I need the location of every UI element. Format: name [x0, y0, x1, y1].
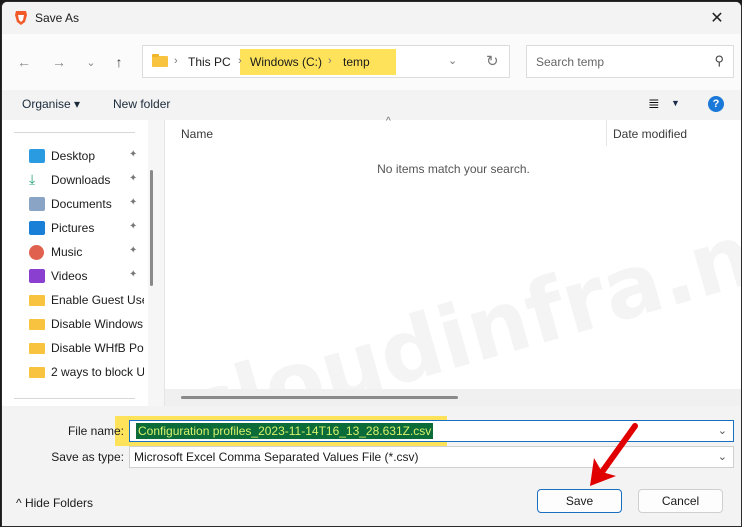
up-button[interactable]: ↑: [109, 52, 129, 72]
forward-button[interactable]: →: [49, 52, 69, 72]
chevron-down-icon[interactable]: ⌄: [718, 450, 727, 463]
back-button[interactable]: ←: [14, 52, 34, 72]
sidebar-item-desktop[interactable]: Desktop ✦: [2, 144, 144, 168]
column-header-name[interactable]: Name: [181, 127, 213, 141]
breadcrumb-temp[interactable]: temp: [343, 55, 370, 69]
sidebar-item-disable-windows[interactable]: Disable Windows: [2, 312, 144, 336]
sidebar-item-label: 2 ways to block U: [51, 365, 144, 379]
file-name-field[interactable]: Configuration profiles_2023-11-14T16_13_…: [129, 420, 734, 442]
breadcrumb-separator: ›: [174, 55, 178, 67]
search-icon[interactable]: ⚲: [714, 53, 724, 69]
cancel-button[interactable]: Cancel: [638, 489, 723, 513]
folder-icon: [152, 54, 168, 67]
empty-message: No items match your search.: [377, 162, 530, 176]
arrow-left-icon: ←: [17, 54, 31, 70]
sidebar-item-downloads[interactable]: ⤓ Downloads ✦: [2, 168, 144, 192]
view-dropdown-icon[interactable]: ▼: [671, 98, 680, 108]
folder-icon: [29, 295, 45, 306]
address-dropdown-icon[interactable]: ⌄: [448, 54, 457, 67]
search-placeholder: Search temp: [536, 55, 605, 69]
sidebar-item-enable-guest-user[interactable]: Enable Guest User: [2, 288, 144, 312]
help-icon[interactable]: ?: [708, 96, 724, 112]
music-icon: [29, 245, 44, 260]
sidebar-scrollbar[interactable]: [150, 170, 153, 286]
search-input[interactable]: Search temp ⚲: [526, 45, 734, 78]
videos-icon: [29, 269, 45, 283]
close-icon: ✕: [710, 10, 724, 27]
view-options-icon[interactable]: ≣: [648, 95, 660, 112]
new-folder-button[interactable]: New folder: [113, 97, 170, 111]
save-as-type-label: Save as type:: [51, 450, 124, 464]
pin-icon: ✦: [129, 149, 138, 160]
column-divider[interactable]: [606, 120, 607, 146]
pin-icon: ✦: [129, 221, 138, 232]
desktop-icon: [29, 149, 45, 163]
sidebar-divider: [14, 132, 135, 133]
pictures-icon: [29, 221, 45, 235]
horizontal-scroll-thumb[interactable]: [181, 396, 458, 399]
sidebar-item-label: Enable Guest User: [51, 293, 144, 307]
download-icon: ⤓: [29, 171, 36, 187]
command-bar: Organise ▾ New folder ≣ ▼ ?: [2, 90, 741, 120]
sidebar-item-2-ways-to-block-u[interactable]: 2 ways to block U: [2, 360, 144, 384]
recent-locations-button[interactable]: ⌄: [81, 52, 101, 72]
close-button[interactable]: ✕: [697, 2, 737, 34]
save-form: File name: Configuration profiles_2023-1…: [2, 406, 741, 526]
chevron-down-icon[interactable]: ⌄: [718, 424, 727, 437]
breadcrumb-this-pc[interactable]: This PC: [188, 55, 231, 69]
file-name-label: File name:: [67, 424, 124, 438]
save-as-type-select[interactable]: Microsoft Excel Comma Separated Values F…: [129, 446, 734, 468]
hide-folders-button[interactable]: ^ Hide Folders: [16, 496, 93, 510]
title-bar: Save As ✕: [2, 2, 741, 34]
pin-icon: ✦: [129, 269, 138, 280]
arrow-up-icon: ↑: [115, 54, 123, 70]
sort-ascending-icon: ^: [386, 116, 391, 127]
save-as-dialog: Save As ✕ ← → ⌄ ↑ › This PC › Windows (C…: [1, 1, 742, 527]
file-name-value[interactable]: Configuration profiles_2023-11-14T16_13_…: [136, 423, 434, 439]
address-bar[interactable]: › This PC › Windows (C:) › temp ⌄ ↻: [142, 45, 510, 78]
sidebar-item-videos[interactable]: Videos ✦: [2, 264, 144, 288]
breadcrumb-separator: ›: [238, 55, 242, 67]
breadcrumb-windows-c[interactable]: Windows (C:): [250, 55, 322, 69]
documents-icon: [29, 197, 45, 211]
arrow-right-icon: →: [52, 54, 66, 70]
pin-icon: ✦: [129, 245, 138, 256]
navigation-pane: Desktop ✦ ⤓ Downloads ✦ Documents ✦ Pictures ✦ Mu…: [2, 120, 148, 406]
save-as-type-value: Microsoft Excel Comma Separated Values F…: [134, 450, 419, 464]
file-list: cloudinfra.net Name ^ Date modified No i…: [164, 116, 741, 462]
save-button[interactable]: Save: [537, 489, 622, 513]
organise-button[interactable]: Organise ▾: [22, 97, 80, 111]
pin-icon: ✦: [129, 173, 138, 184]
window-title: Save As: [35, 11, 80, 25]
sidebar-item-music[interactable]: Music ✦: [2, 240, 144, 264]
sidebar-item-disable-whfb-pos[interactable]: Disable WHfB Pos: [2, 336, 144, 360]
navigation-bar: ← → ⌄ ↑ › This PC › Windows (C:) › temp …: [2, 34, 741, 90]
horizontal-scrollbar[interactable]: [165, 389, 741, 406]
breadcrumb-separator: ›: [328, 55, 332, 67]
sidebar-item-pictures[interactable]: Pictures ✦: [2, 216, 144, 240]
folder-icon: [29, 367, 45, 378]
chevron-down-icon: ⌄: [86, 56, 96, 69]
brave-lion-icon: [15, 11, 27, 25]
sidebar-divider: [14, 398, 135, 399]
pin-icon: ✦: [129, 197, 138, 208]
refresh-icon[interactable]: ↻: [486, 52, 499, 70]
sidebar-item-label: Disable WHfB Pos: [51, 341, 144, 355]
column-header-date-modified[interactable]: Date modified: [613, 127, 687, 141]
folder-icon: [29, 343, 45, 354]
folder-icon: [29, 319, 45, 330]
sidebar-item-label: Disable Windows: [51, 317, 144, 331]
sidebar-item-documents[interactable]: Documents ✦: [2, 192, 144, 216]
